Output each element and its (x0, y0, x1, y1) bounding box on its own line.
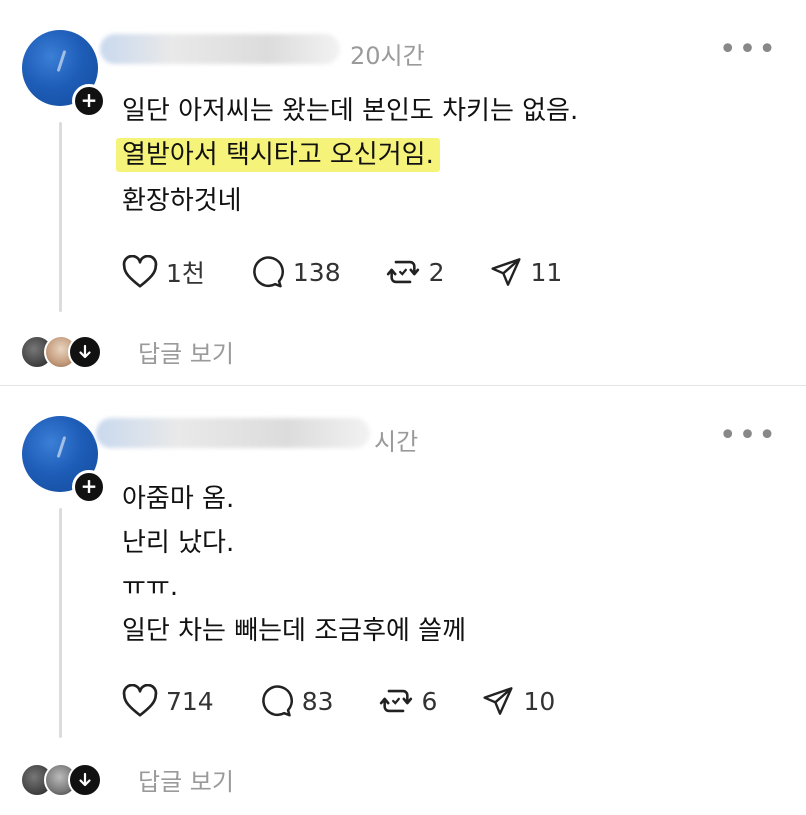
like-count: 1천 (166, 259, 205, 288)
heart-icon (122, 255, 158, 288)
comment-icon (253, 256, 284, 288)
post-text-line: ㅠㅠ. (122, 572, 179, 602)
share-count: 11 (530, 257, 563, 287)
repost-button[interactable]: 2 (385, 255, 445, 289)
heart-icon (122, 684, 158, 717)
comment-icon (261, 685, 293, 717)
share-count: 10 (523, 686, 556, 716)
follow-plus-icon[interactable]: + (72, 84, 106, 118)
share-button[interactable]: 11 (489, 256, 563, 288)
more-icon[interactable]: ••• (719, 35, 778, 65)
action-bar: 714 83 6 10 (122, 684, 599, 718)
post-1: + 20시간 ••• 일단 아저씨는 왔는데 본인도 차키는 없음. 열받아서 … (0, 0, 806, 385)
thread-line (59, 508, 62, 738)
repost-button[interactable]: 6 (378, 684, 438, 718)
highlighted-text: 열받아서 택시타고 오신거임. (116, 138, 440, 172)
comment-count: 83 (301, 686, 334, 716)
post-text-line: 일단 아저씨는 왔는데 본인도 차키는 없음. (122, 96, 579, 126)
repost-count: 2 (428, 257, 445, 287)
like-button[interactable]: 714 (122, 684, 214, 718)
username-redacted[interactable] (96, 418, 370, 448)
post-text-line: 일단 차는 빼는데 조금후에 쓸께 (122, 616, 467, 646)
repost-count: 6 (421, 686, 438, 716)
comment-button[interactable]: 83 (258, 684, 334, 718)
post-2: + 시간 ••• 아줌마 옴. 난리 났다. ㅠㅠ. 일단 차는 빼는데 조금후… (0, 386, 806, 815)
comment-button[interactable]: 138 (249, 255, 341, 289)
post-text-line: 환장하것네 (122, 186, 242, 216)
post-time: 20시간 (350, 42, 425, 70)
post-text-line: 난리 났다. (122, 528, 235, 558)
username-redacted[interactable] (100, 34, 340, 64)
repost-icon (379, 689, 412, 713)
repost-icon (386, 260, 419, 284)
view-replies-link[interactable]: 답글 보기 (138, 334, 234, 369)
thread-line (59, 122, 62, 312)
more-icon[interactable]: ••• (719, 421, 778, 451)
comment-count: 138 (292, 257, 341, 287)
follow-plus-icon[interactable]: + (72, 470, 106, 504)
post-text-line: 아줌마 옴. (122, 484, 235, 514)
post-time: 시간 (374, 428, 419, 456)
reply-avatars[interactable]: 답글 보기 (20, 762, 234, 797)
view-replies-link[interactable]: 답글 보기 (138, 762, 234, 797)
arrow-down-icon (68, 762, 102, 797)
share-button[interactable]: 10 (481, 685, 555, 717)
like-button[interactable]: 1천 (122, 254, 205, 290)
share-icon (483, 687, 513, 715)
arrow-down-icon (68, 334, 102, 369)
reply-avatars[interactable]: 답글 보기 (20, 334, 234, 369)
like-count: 714 (166, 686, 214, 716)
action-bar: 1천 138 2 11 (122, 254, 606, 290)
post-text-line-highlighted: 열받아서 택시타고 오신거임. (116, 134, 440, 172)
share-icon (490, 258, 521, 286)
